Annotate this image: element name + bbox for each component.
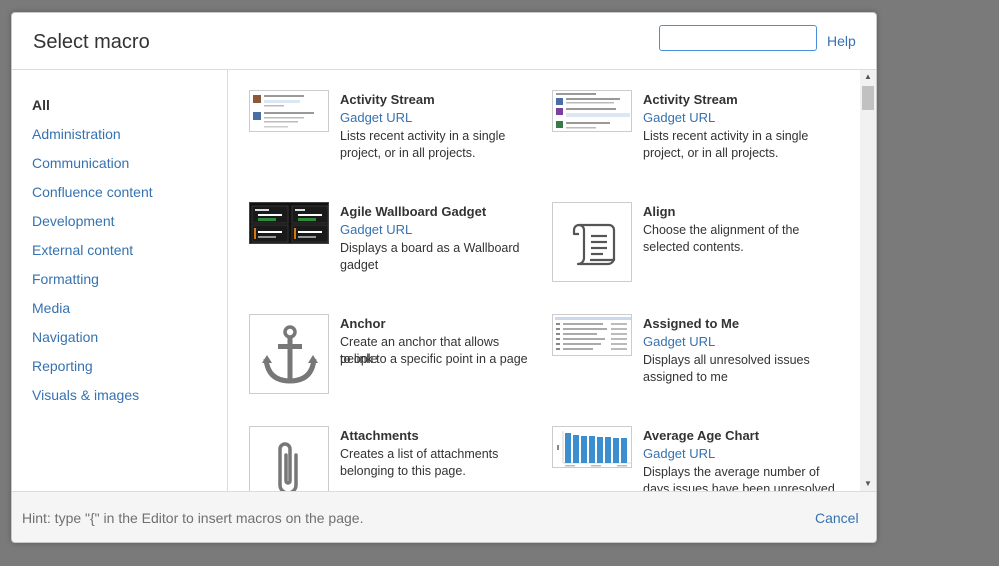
category-sidebar: All Administration Communication Conflue… <box>12 70 228 491</box>
macro-desc-line: project, or in all projects. <box>643 146 779 160</box>
category-all[interactable]: All <box>32 97 50 113</box>
macro-sub-link[interactable]: Gadget URL <box>340 222 412 237</box>
scroll-up-arrow-icon[interactable]: ▲ <box>860 70 876 84</box>
select-macro-dialog: Select macro Help All Administration Com… <box>11 12 877 543</box>
macro-name: Align <box>643 204 676 219</box>
category-confluence-content[interactable]: Confluence content <box>32 184 153 200</box>
macro-desc-line: assigned to me <box>643 370 728 384</box>
macro-agile-wallboard-gadget[interactable]: Agile Wallboard Gadget Gadget URL Displa… <box>249 202 539 302</box>
macro-activity-stream-1[interactable]: Activity Stream Gadget URL Lists recent … <box>249 90 539 190</box>
macro-anchor[interactable]: Anchor Create an anchor that allows peop… <box>249 314 539 414</box>
macro-sub-link[interactable]: Gadget URL <box>643 446 715 461</box>
macro-desc-line: Lists recent activity in a single <box>643 129 809 143</box>
macro-desc-line: Creates a list of attachments <box>340 447 499 461</box>
dialog-title: Select macro <box>33 31 150 53</box>
category-development[interactable]: Development <box>32 213 115 229</box>
macro-name: Attachments <box>340 428 419 443</box>
macro-average-age-chart[interactable]: Average Age Chart Gadget URL Displays th… <box>552 426 842 491</box>
paperclip-icon <box>249 426 329 491</box>
bar-chart-thumbnail <box>552 426 632 468</box>
category-administration[interactable]: Administration <box>32 126 121 142</box>
macro-name: Agile Wallboard Gadget <box>340 204 487 219</box>
macro-desc-line: Choose the alignment of the <box>643 223 800 237</box>
macro-desc-line: Displays a board as a Wallboard <box>340 241 520 255</box>
macro-search-input[interactable] <box>659 25 817 51</box>
macro-activity-stream-2[interactable]: Activity Stream Gadget URL Lists recent … <box>552 90 842 190</box>
macro-name: Anchor <box>340 316 386 331</box>
macro-align[interactable]: Align Choose the alignment of the select… <box>552 202 842 302</box>
cancel-link[interactable]: Cancel <box>815 510 859 526</box>
macro-name: Activity Stream <box>340 92 435 107</box>
scroll-down-arrow-icon[interactable]: ▼ <box>860 477 876 491</box>
macro-name: Activity Stream <box>643 92 738 107</box>
editor-hint: Hint: type "{" in the Editor to insert m… <box>22 510 364 526</box>
wallboard-thumbnail <box>249 202 329 244</box>
category-media[interactable]: Media <box>32 300 70 316</box>
macro-desc-line: Displays the average number of <box>643 465 820 479</box>
macro-sub-link[interactable]: Gadget URL <box>643 334 715 349</box>
macro-assigned-to-me[interactable]: Assigned to Me Gadget URL Displays all u… <box>552 314 842 414</box>
macro-list-scrollbar[interactable]: ▲ ▼ <box>860 70 876 491</box>
issue-list-thumbnail <box>552 314 632 356</box>
macro-desc-line: gadget <box>340 258 379 272</box>
category-communication[interactable]: Communication <box>32 155 129 171</box>
category-reporting[interactable]: Reporting <box>32 358 93 374</box>
macro-desc-line: belonging to this page. <box>340 464 466 478</box>
macro-desc-line: Displays all unresolved issues <box>643 353 810 367</box>
macro-desc-line: days issues have been unresolved. <box>643 482 839 491</box>
activity-stream-thumbnail <box>552 90 632 132</box>
dialog-footer: Hint: type "{" in the Editor to insert m… <box>12 491 876 542</box>
category-visuals-images[interactable]: Visuals & images <box>32 387 139 403</box>
macro-name: Assigned to Me <box>643 316 740 331</box>
macro-sub-link[interactable]: Gadget URL <box>643 110 715 125</box>
help-link[interactable]: Help <box>827 33 856 49</box>
macro-list: Activity Stream Gadget URL Lists recent … <box>228 70 859 491</box>
anchor-icon <box>249 314 329 394</box>
scrollbar-thumb[interactable] <box>862 86 874 110</box>
macro-attachments[interactable]: Attachments Creates a list of attachment… <box>249 426 539 491</box>
macro-name: Average Age Chart <box>643 428 760 443</box>
macro-desc-line: to link to a specific point in a page <box>340 352 528 366</box>
macro-desc-line: project, or in all projects. <box>340 146 476 160</box>
macro-desc-line: Lists recent activity in a single <box>340 129 506 143</box>
macro-sub-link[interactable]: Gadget URL <box>340 110 412 125</box>
macro-desc-line: selected contents. <box>643 240 744 254</box>
category-formatting[interactable]: Formatting <box>32 271 99 287</box>
activity-stream-thumbnail <box>249 90 329 132</box>
category-navigation[interactable]: Navigation <box>32 329 98 345</box>
scroll-icon <box>552 202 632 282</box>
dialog-header: Select macro Help <box>12 13 876 70</box>
category-external-content[interactable]: External content <box>32 242 133 258</box>
